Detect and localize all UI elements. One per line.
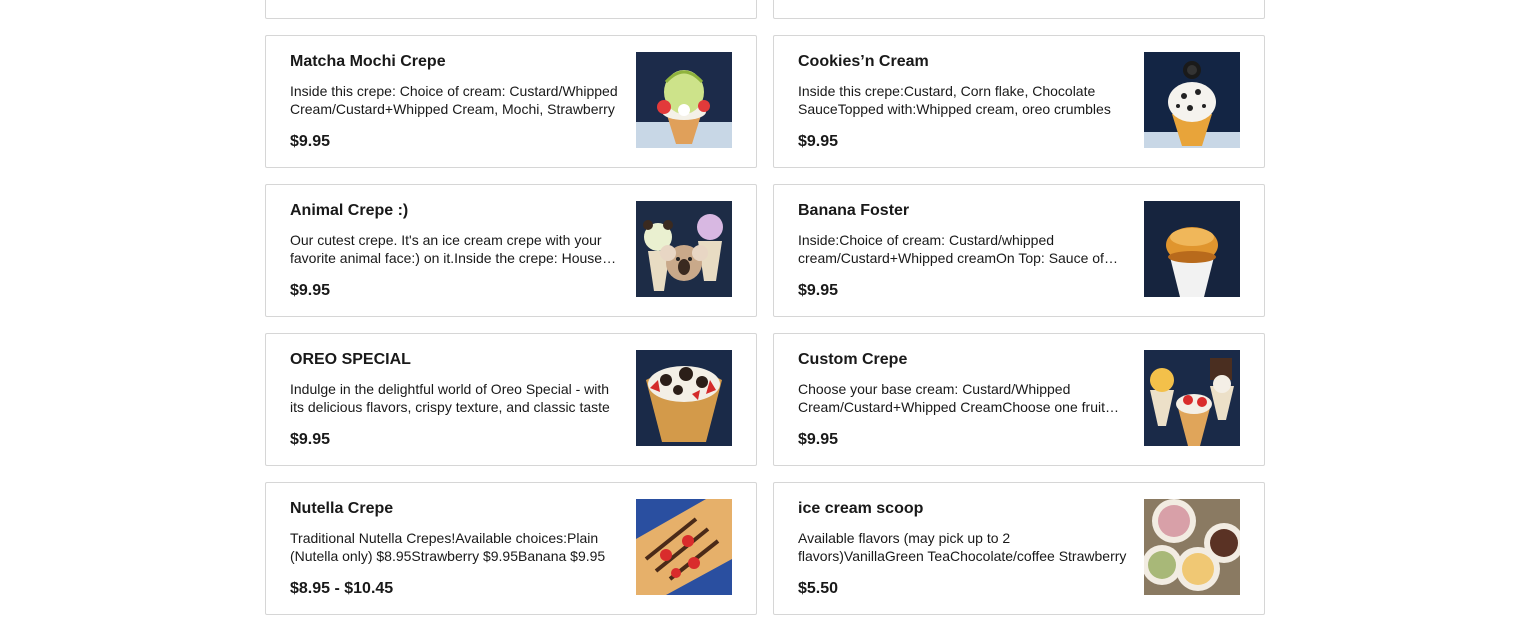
menu-item-price: $9.95	[798, 282, 839, 299]
menu-item-title: ice cream scoop	[798, 500, 924, 517]
menu-item-card[interactable]: Banana Foster Inside:Choice of cream: Cu…	[773, 184, 1265, 317]
ice-cream-scoop-photo-icon	[1144, 499, 1240, 595]
menu-item-title: Animal Crepe :)	[290, 202, 409, 219]
banana-foster-crepe-photo-icon	[1144, 201, 1240, 297]
menu-item-title: Nutella Crepe	[290, 500, 394, 517]
menu-item-title: OREO SPECIAL	[290, 351, 411, 368]
menu-item-card[interactable]: Animal Crepe :) Our cutest crepe. It's a…	[265, 184, 757, 317]
menu-item-title: Cookies’n Cream	[798, 53, 929, 70]
menu-item-text: Banana Foster Inside:Choice of cream: Cu…	[798, 201, 1128, 301]
menu-item-description: Traditional Nutella Crepes!Available cho…	[290, 530, 606, 564]
menu-item-price: $8.95 - $10.45	[290, 580, 394, 597]
menu-item-card-partial[interactable]	[773, 0, 1265, 19]
oreo-special-crepe-photo-icon	[636, 350, 732, 446]
menu-item-price: $9.95	[290, 282, 331, 299]
menu-item-description: Available flavors (may pick up to 2 flav…	[798, 530, 1127, 564]
menu-item-price: $9.95	[798, 431, 839, 448]
menu-item-text: Custom Crepe Choose your base cream: Cus…	[798, 350, 1128, 450]
menu-item-title: Custom Crepe	[798, 351, 908, 368]
matcha-crepe-photo-icon	[636, 52, 732, 148]
custom-crepe-photo-icon	[1144, 350, 1240, 446]
menu-item-title: Matcha Mochi Crepe	[290, 53, 446, 70]
menu-item-text: OREO SPECIAL Indulge in the delightful w…	[290, 350, 620, 450]
menu-item-card[interactable]: Cookies’n Cream Inside this crepe:Custar…	[773, 35, 1265, 168]
menu-item-card[interactable]: ice cream scoop Available flavors (may p…	[773, 482, 1265, 615]
menu-item-text: Animal Crepe :) Our cutest crepe. It's a…	[290, 201, 620, 301]
menu-item-price: $9.95	[290, 133, 331, 150]
menu-item-card[interactable]: Nutella Crepe Traditional Nutella Crepes…	[265, 482, 757, 615]
menu-grid: Matcha Mochi Crepe Inside this crepe: Ch…	[265, 0, 1265, 615]
menu-item-card[interactable]: OREO SPECIAL Indulge in the delightful w…	[265, 333, 757, 466]
menu-item-description: Inside this crepe: Choice of cream: Cust…	[290, 83, 618, 117]
nutella-crepe-photo-icon	[636, 499, 732, 595]
menu-item-price: $9.95	[290, 431, 331, 448]
menu-item-description: Indulge in the delightful world of Oreo …	[290, 381, 610, 415]
menu-item-text: Nutella Crepe Traditional Nutella Crepes…	[290, 499, 620, 599]
menu-item-description: Our cutest crepe. It's an ice cream crep…	[290, 232, 603, 266]
menu-item-text: Cookies’n Cream Inside this crepe:Custar…	[798, 52, 1128, 152]
menu-item-description: Choose your base cream: Custard/Whipped …	[798, 381, 1105, 415]
menu-item-card-partial[interactable]	[265, 0, 757, 19]
menu-item-text: Matcha Mochi Crepe Inside this crepe: Ch…	[290, 52, 620, 152]
menu-item-title: Banana Foster	[798, 202, 910, 219]
cookies-cream-crepe-photo-icon	[1144, 52, 1240, 148]
menu-item-card[interactable]: Custom Crepe Choose your base cream: Cus…	[773, 333, 1265, 466]
menu-item-text: ice cream scoop Available flavors (may p…	[798, 499, 1128, 599]
menu-item-description: Inside:Choice of cream: Custard/whipped …	[798, 232, 1104, 266]
menu-item-description: Inside this crepe:Custard, Corn flake, C…	[798, 83, 1111, 117]
menu-item-price: $9.95	[798, 133, 839, 150]
animal-crepe-photo-icon	[636, 201, 732, 297]
menu-item-card[interactable]: Matcha Mochi Crepe Inside this crepe: Ch…	[265, 35, 757, 168]
menu-item-price: $5.50	[798, 580, 839, 597]
